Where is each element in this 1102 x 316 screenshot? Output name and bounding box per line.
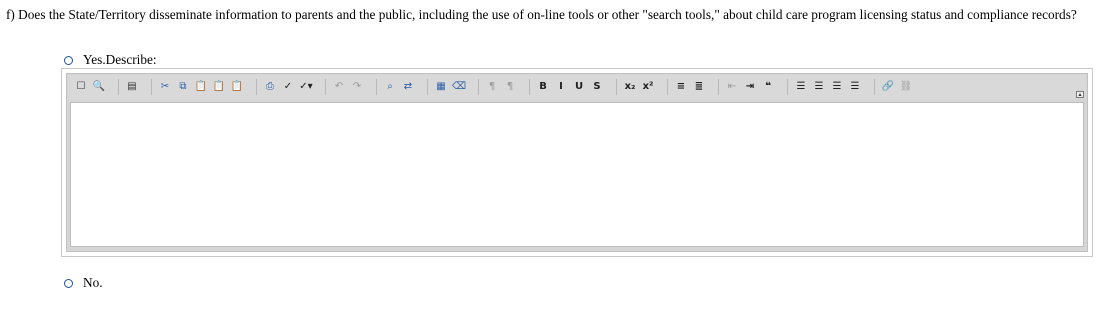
no-radio[interactable]: [64, 278, 73, 288]
editor-text-area[interactable]: [70, 102, 1084, 247]
toolbar-separator: [874, 79, 875, 95]
select-all-icon[interactable]: ▦: [433, 79, 449, 95]
toolbar-group: ✂ ⧉ 📋 📋 📋: [156, 79, 246, 95]
toolbar-group: ⇤ ⇥ ❝: [723, 79, 777, 95]
toolbar-separator: [718, 79, 719, 95]
redo-icon[interactable]: ↷: [349, 79, 365, 95]
print-icon[interactable]: ⎙: [262, 79, 278, 95]
superscript-icon[interactable]: x²: [640, 79, 656, 95]
numbered-list-icon[interactable]: ≡: [673, 79, 689, 95]
toolbar-separator: [151, 79, 152, 95]
rich-text-editor: ☐ 🔍 ▤ ✂ ⧉ 📋 📋 📋 ⎙ ✓ ✓▾ ↶ ↷ ⌕ ⇄ ▦ ⌫ ¶ ¶ B I U Sx₂ x² ≡ ≣ ⇤ ⇥ ❝ ☰ ☰ ☰ ☰ 🔗 ⛓ …: [61, 68, 1093, 257]
ltr-icon[interactable]: ¶: [484, 79, 500, 95]
toolbar-separator: [616, 79, 617, 95]
replace-icon[interactable]: ⇄: [400, 79, 416, 95]
underline-icon[interactable]: U: [571, 79, 587, 95]
strikethrough-icon[interactable]: S: [589, 79, 605, 95]
toolbar-separator: [376, 79, 377, 95]
subscript-icon[interactable]: x₂: [622, 79, 638, 95]
blockquote-icon[interactable]: ❝: [760, 79, 776, 95]
yes-radio[interactable]: [64, 55, 73, 65]
templates-icon[interactable]: ▤: [124, 79, 140, 95]
toolbar-separator: [478, 79, 479, 95]
toolbar-group: ↶ ↷: [330, 79, 366, 95]
spellcheck-dropdown-icon[interactable]: ✓▾: [298, 79, 314, 95]
toolbar-separator: [256, 79, 257, 95]
toolbar-group: ☐ 🔍: [72, 79, 108, 95]
toolbar-separator: [427, 79, 428, 95]
toolbar-group: ▤: [123, 79, 141, 95]
yes-option[interactable]: Yes.Describe:: [64, 52, 157, 68]
italic-icon[interactable]: I: [553, 79, 569, 95]
toolbar-group: x₂ x²: [621, 79, 657, 95]
remove-format-icon[interactable]: ⌫: [451, 79, 467, 95]
preview-icon[interactable]: 🔍: [91, 79, 107, 95]
paste-word-icon[interactable]: 📋: [229, 79, 245, 95]
toolbar-group: ⌕ ⇄: [381, 79, 417, 95]
bold-icon[interactable]: B: [535, 79, 551, 95]
rtl-icon[interactable]: ¶: [502, 79, 518, 95]
spellcheck-icon[interactable]: ✓: [280, 79, 296, 95]
link-icon[interactable]: 🔗: [880, 79, 896, 95]
toolbar-separator: [667, 79, 668, 95]
bulleted-list-icon[interactable]: ≣: [691, 79, 707, 95]
toolbar-group: 🔗 ⛓: [879, 79, 915, 95]
yes-label: Yes.Describe:: [83, 52, 157, 67]
toolbar-separator: [787, 79, 788, 95]
toolbar-group: BIUS: [534, 79, 606, 95]
toolbar-separator: [118, 79, 119, 95]
paste-text-icon[interactable]: 📋: [211, 79, 227, 95]
undo-icon[interactable]: ↶: [331, 79, 347, 95]
toolbar-group: ≡ ≣: [672, 79, 708, 95]
toolbar-group: ⎙ ✓ ✓▾: [261, 79, 315, 95]
no-label: No.: [83, 275, 103, 290]
align-left-icon[interactable]: ☰: [793, 79, 809, 95]
outdent-icon[interactable]: ⇤: [724, 79, 740, 95]
toolbar-separator: [325, 79, 326, 95]
indent-icon[interactable]: ⇥: [742, 79, 758, 95]
find-icon[interactable]: ⌕: [382, 79, 398, 95]
cut-icon[interactable]: ✂: [157, 79, 173, 95]
collapse-toolbar-icon[interactable]: ▴: [1076, 91, 1084, 98]
toolbar-group: ▦ ⌫: [432, 79, 468, 95]
new-page-icon[interactable]: ☐: [73, 79, 89, 95]
unlink-icon[interactable]: ⛓: [898, 79, 914, 95]
align-right-icon[interactable]: ☰: [829, 79, 845, 95]
editor-frame: ☐ 🔍 ▤ ✂ ⧉ 📋 📋 📋 ⎙ ✓ ✓▾ ↶ ↷ ⌕ ⇄ ▦ ⌫ ¶ ¶ B I U Sx₂ x² ≡ ≣ ⇤ ⇥ ❝ ☰ ☰ ☰ ☰ 🔗 ⛓ …: [66, 73, 1088, 252]
toolbar-group: ¶ ¶: [483, 79, 519, 95]
question-text: f) Does the State/Territory disseminate …: [6, 7, 1077, 22]
copy-icon[interactable]: ⧉: [175, 79, 191, 95]
no-option[interactable]: No.: [64, 275, 103, 291]
align-center-icon[interactable]: ☰: [811, 79, 827, 95]
toolbar-group: ☰ ☰ ☰ ☰: [792, 79, 864, 95]
editor-toolbar: ☐ 🔍 ▤ ✂ ⧉ 📋 📋 📋 ⎙ ✓ ✓▾ ↶ ↷ ⌕ ⇄ ▦ ⌫ ¶ ¶ B I U Sx₂ x² ≡ ≣ ⇤ ⇥ ❝ ☰ ☰ ☰ ☰ 🔗 ⛓: [68, 75, 1086, 99]
justify-icon[interactable]: ☰: [847, 79, 863, 95]
toolbar-separator: [529, 79, 530, 95]
paste-icon[interactable]: 📋: [193, 79, 209, 95]
